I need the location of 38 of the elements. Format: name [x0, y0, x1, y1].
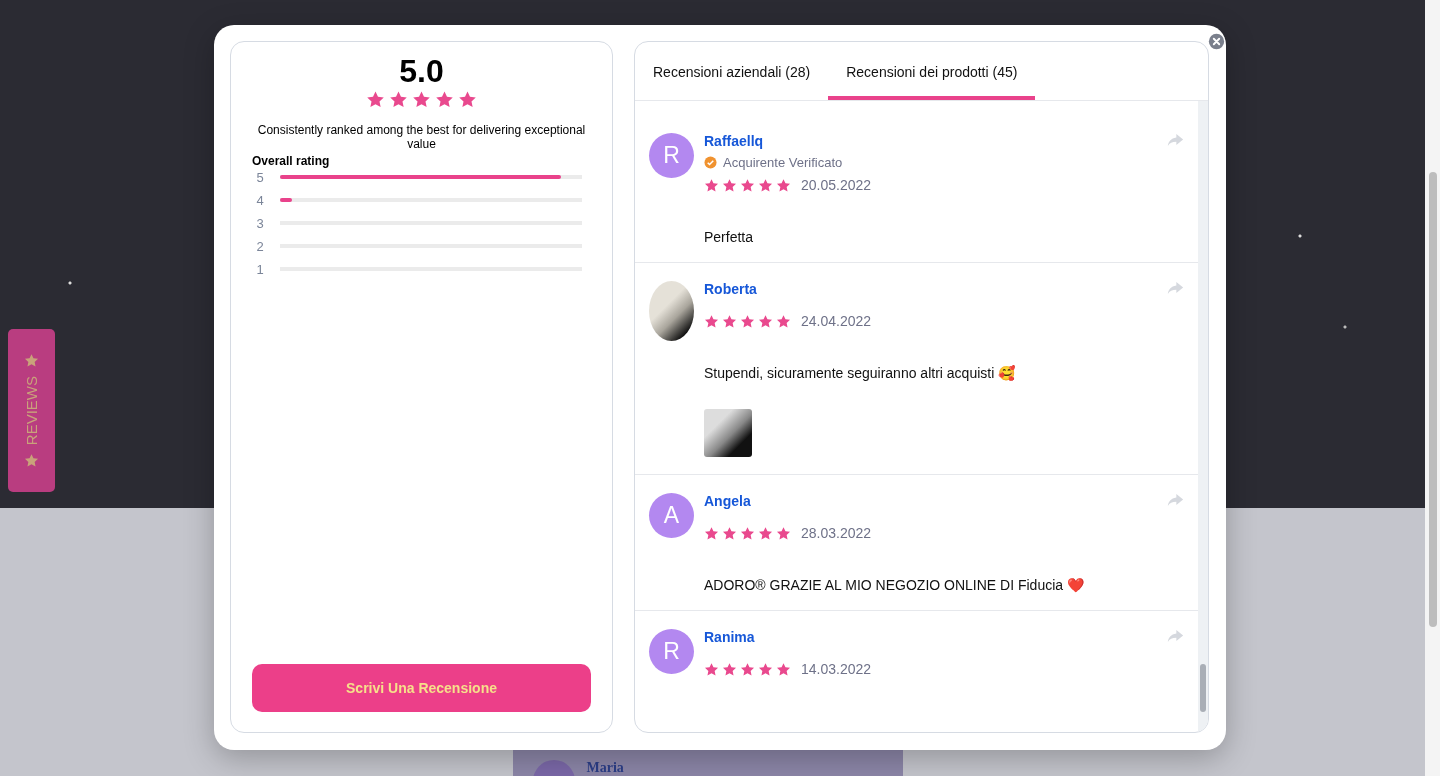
reviewer-name: Maria	[586, 760, 624, 776]
rating-level-label: 1	[255, 261, 265, 277]
photo-placeholder[interactable]	[704, 409, 752, 457]
rating-level-label: 5	[255, 169, 265, 185]
review-date: 20.05.2022	[801, 177, 872, 193]
avatar-circle: R	[649, 629, 694, 674]
tab[interactable]: Recensioni dei prodotti (45)	[828, 42, 1036, 100]
verified-buyer-label: Acquirente Verificato	[723, 155, 843, 170]
verified-check-icon	[704, 156, 717, 169]
photo-placeholder	[649, 281, 694, 341]
page-scrollbar[interactable]	[1425, 0, 1440, 776]
star-icon	[24, 352, 39, 368]
avatar-circle: R	[649, 133, 694, 178]
share-icon[interactable]	[1167, 133, 1184, 147]
scrollbar[interactable]	[1198, 101, 1208, 732]
review-date: 28.03.2022	[801, 525, 872, 541]
review-text: ADORO® GRAZIE AL MIO NEGOZIO ONLINE DI Fiducia ❤	[704, 577, 1085, 593]
share-icon[interactable]	[1167, 281, 1184, 295]
rating-level-label: 4	[255, 192, 265, 208]
review-date: 24.04.2022	[801, 313, 872, 329]
reviewer-name[interactable]: Ranima	[704, 629, 1157, 645]
rating-level-label: 2	[255, 238, 265, 254]
reviewer-name[interactable]: Angela	[704, 493, 1157, 509]
review-text: Perfetta	[704, 229, 755, 245]
close-icon[interactable]	[1208, 33, 1225, 50]
rating-level-label: 3	[255, 215, 265, 231]
reviewer-name[interactable]: Raffaellq	[704, 133, 1157, 149]
avatar-circle: A	[649, 493, 694, 538]
share-icon[interactable]	[1167, 629, 1184, 643]
tagline-text: Consistently ranked among the best for delivering exceptional value	[256, 123, 587, 151]
review-text: Stupendi, sicuramente seguiranno altri acquisti 🥰	[704, 365, 1017, 381]
overall-rating-label: Overall rating	[252, 154, 330, 168]
review-date: 14.03.2022	[801, 661, 872, 677]
average-score: 5.0	[399, 54, 444, 88]
star-icon	[24, 453, 39, 469]
tab[interactable]: Recensioni aziendali (28)	[635, 42, 829, 100]
reviewer-name[interactable]: Roberta	[704, 281, 1157, 297]
share-icon[interactable]	[1167, 493, 1184, 507]
